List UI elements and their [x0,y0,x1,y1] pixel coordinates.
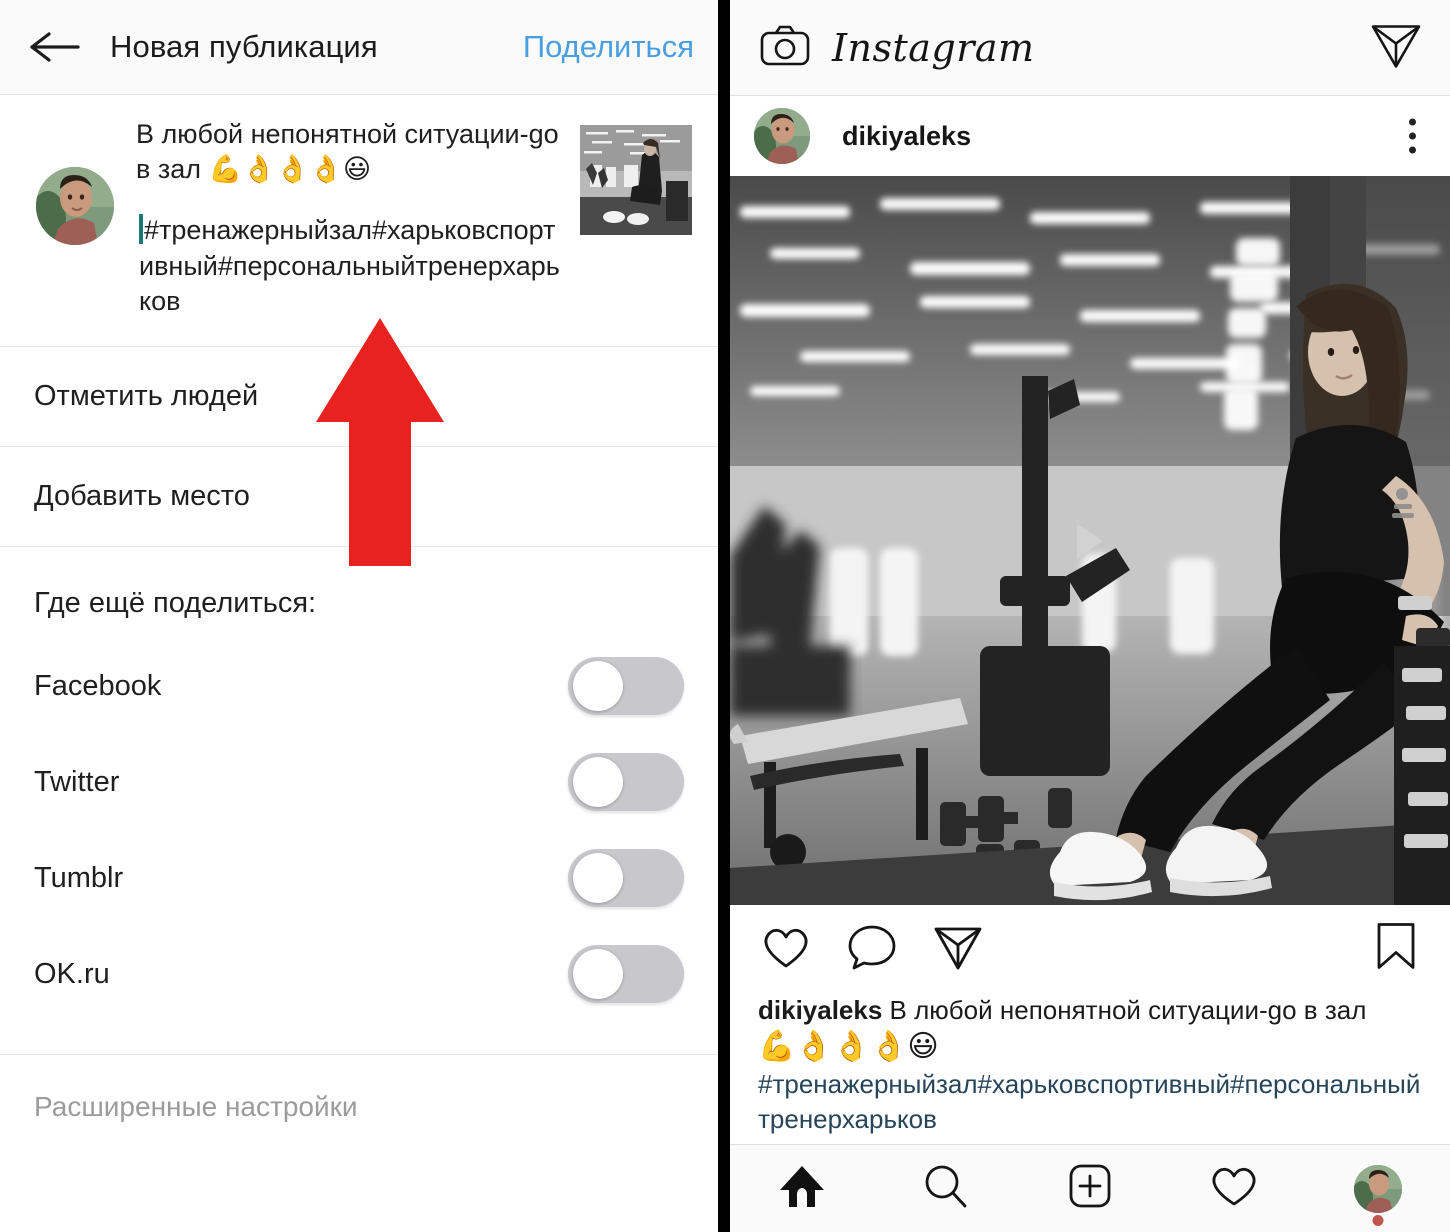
post-username[interactable]: dikiyaleks [842,121,971,152]
facebook-toggle[interactable] [568,657,684,716]
post-actions [730,905,1450,993]
tumblr-toggle[interactable] [568,849,684,908]
advanced-settings-row[interactable]: Расширенные настройки [0,1055,718,1159]
caption-hashtags: #тренажерныйзал#харьковспортивный#персон… [139,215,560,317]
instagram-feed-panel: Instagram dikiyaleks dikiyaleks В любой … [730,0,1450,1232]
send-icon[interactable] [932,923,984,976]
caption-emoji: 💪👌👌👌😃 [758,1029,939,1063]
caption-text-area[interactable]: В любой непонятной ситуации-go в зал 💪👌👌… [114,117,580,320]
search-icon [921,1163,971,1214]
home-icon [777,1163,827,1214]
tab-home[interactable] [757,1154,847,1224]
avatar [36,167,114,245]
share-section-heading: Где ещё поделиться: [34,587,317,620]
panel-divider [718,0,730,1232]
share-target-label: Facebook [34,669,162,702]
tab-activity[interactable] [1189,1154,1279,1224]
post-media[interactable] [730,176,1450,905]
share-target-facebook[interactable]: Facebook [0,638,718,734]
notification-badge [1372,1214,1384,1226]
app-screenshot: Новая публикация Поделиться В любой непо… [0,0,1450,1232]
camera-icon[interactable] [760,24,810,71]
instagram-wordmark: Instagram [832,25,1035,70]
instagram-appbar: Instagram [730,0,1450,96]
post-caption: dikiyaleks В любой непонятной ситуации-g… [730,993,1450,1136]
page-title: Новая публикация [110,29,378,64]
caption-text: В любой непонятной ситуации-go в зал [889,995,1367,1025]
add-location-row[interactable]: Добавить место [0,447,718,548]
bottom-tabbar [730,1144,1450,1232]
share-target-label: Twitter [34,765,120,798]
tag-people-row[interactable]: Отметить людей [0,347,718,448]
toggle-knob [573,661,623,712]
bookmark-icon[interactable] [1374,922,1418,977]
more-vertical-icon[interactable] [1409,118,1416,154]
new-post-appbar: Новая публикация Поделиться [0,0,718,95]
add-location-label: Добавить место [34,480,250,513]
tab-profile[interactable] [1333,1154,1423,1226]
tag-people-label: Отметить людей [34,380,259,413]
share-target-twitter[interactable]: Twitter [0,734,718,830]
new-post-panel: Новая публикация Поделиться В любой непо… [0,0,718,1232]
share-button[interactable]: Поделиться [523,29,694,65]
share-target-label: Tumblr [34,861,124,894]
text-caret [139,214,143,245]
profile-avatar-icon [1354,1164,1402,1213]
caption-username[interactable]: dikiyaleks [758,995,882,1025]
toggle-knob [573,757,623,808]
post-thumbnail[interactable] [580,125,692,235]
caption-hashtags-line: #тренажерныйзал#харьковспортивный#персон… [136,213,562,320]
toggle-knob [573,853,623,904]
add-post-icon [1066,1163,1114,1214]
okru-toggle[interactable] [568,945,684,1004]
comment-icon[interactable] [846,923,898,976]
back-arrow-icon[interactable] [26,25,84,69]
play-icon[interactable] [1077,523,1103,558]
send-icon[interactable] [1370,21,1422,74]
avatar[interactable] [754,108,810,164]
heart-icon [1208,1163,1260,1214]
post-header: dikiyaleks [730,96,1450,176]
caption-line: В любой непонятной ситуации-go в зал 💪👌👌… [136,119,559,185]
tab-add-post[interactable] [1045,1154,1135,1224]
share-target-okru[interactable]: OK.ru [0,926,718,1022]
heart-icon[interactable] [760,923,812,976]
twitter-toggle[interactable] [568,753,684,812]
tab-search[interactable] [901,1154,991,1224]
share-target-tumblr[interactable]: Tumblr [0,830,718,926]
caption-hashtags[interactable]: #тренажерныйзал#харьковспортивный#персон… [758,1067,1422,1136]
share-target-label: OK.ru [34,957,110,990]
caption-composer[interactable]: В любой непонятной ситуации-go в зал 💪👌👌… [0,95,718,348]
toggle-knob [573,949,623,1000]
